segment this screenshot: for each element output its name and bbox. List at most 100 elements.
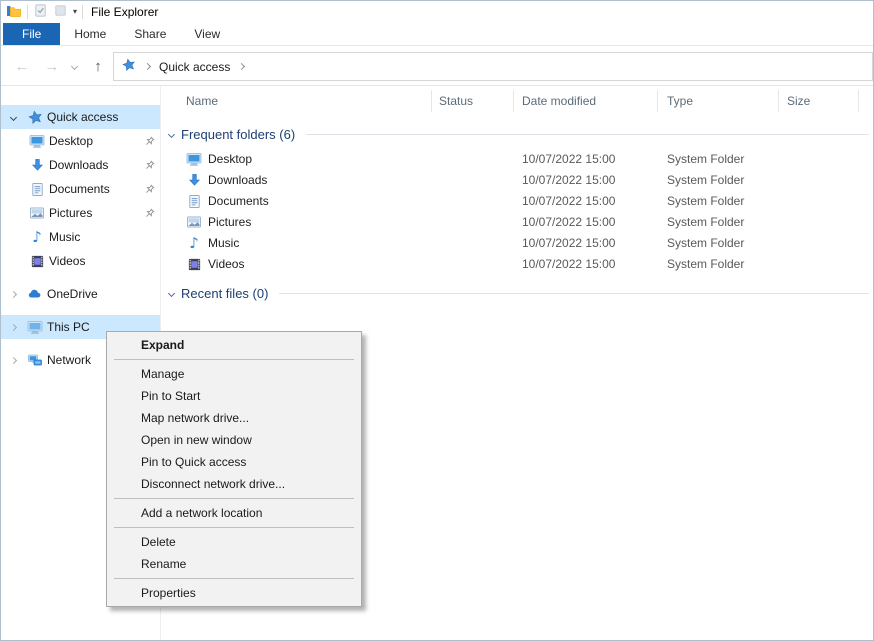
tab-view[interactable]: View bbox=[180, 23, 234, 45]
chevron-right-icon[interactable] bbox=[10, 356, 17, 363]
pin-icon bbox=[143, 159, 156, 172]
menu-item-map-network-drive[interactable]: Map network drive... bbox=[107, 407, 361, 429]
column-header-name[interactable]: Name bbox=[186, 94, 218, 108]
file-name: Videos bbox=[208, 257, 244, 271]
column-divider[interactable] bbox=[657, 90, 658, 112]
sidebar-item-label: Desktop bbox=[49, 134, 93, 148]
menu-separator bbox=[114, 498, 354, 499]
chevron-down-icon bbox=[168, 130, 175, 137]
document-page-icon bbox=[29, 181, 45, 197]
file-row-pictures[interactable]: Pictures 10/07/2022 15:00 System Folder bbox=[161, 212, 874, 233]
group-header-recent-files[interactable]: Recent files (0) bbox=[161, 283, 874, 303]
menu-item-open-in-new-window[interactable]: Open in new window bbox=[107, 429, 361, 451]
network-computers-icon bbox=[27, 352, 43, 368]
file-date-modified: 10/07/2022 15:00 bbox=[522, 257, 615, 271]
column-divider[interactable] bbox=[858, 90, 859, 112]
column-divider[interactable] bbox=[513, 90, 514, 112]
tab-home[interactable]: Home bbox=[60, 23, 120, 45]
breadcrumb-location[interactable]: Quick access bbox=[159, 60, 230, 74]
chevron-down-icon bbox=[168, 289, 175, 296]
quick-access-star-icon bbox=[27, 109, 43, 125]
file-row-music[interactable]: ♪ Music 10/07/2022 15:00 System Folder bbox=[161, 233, 874, 254]
menu-item-pin-to-quick-access[interactable]: Pin to Quick access bbox=[107, 451, 361, 473]
quick-access-star-icon bbox=[122, 58, 136, 75]
menu-item-manage[interactable]: Manage bbox=[107, 363, 361, 385]
menu-item-add-a-network-location[interactable]: Add a network location bbox=[107, 502, 361, 524]
file-row-desktop[interactable]: Desktop 10/07/2022 15:00 System Folder bbox=[161, 149, 874, 170]
group-header-line bbox=[306, 134, 869, 135]
onedrive-cloud-icon bbox=[27, 286, 43, 302]
chevron-down-icon[interactable] bbox=[10, 113, 17, 120]
forward-arrow-icon[interactable]: → bbox=[41, 46, 63, 86]
breadcrumb-chevron-icon[interactable] bbox=[144, 63, 151, 70]
file-type: System Folder bbox=[667, 152, 744, 166]
title-bar: ▾ File Explorer bbox=[1, 1, 873, 23]
document-page-icon bbox=[186, 193, 202, 209]
menu-item-expand[interactable]: Expand bbox=[107, 334, 361, 356]
chevron-right-icon[interactable] bbox=[10, 290, 17, 297]
sidebar-item-quick-access[interactable]: Quick access bbox=[1, 105, 160, 129]
chevron-right-icon[interactable] bbox=[10, 323, 17, 330]
menu-item-delete[interactable]: Delete bbox=[107, 531, 361, 553]
file-row-downloads[interactable]: Downloads 10/07/2022 15:00 System Folder bbox=[161, 170, 874, 191]
menu-separator bbox=[114, 527, 354, 528]
sidebar-item-onedrive[interactable]: OneDrive bbox=[1, 282, 160, 306]
up-one-level-icon[interactable]: ↑ bbox=[87, 46, 109, 86]
sidebar-item-downloads[interactable]: Downloads bbox=[1, 153, 160, 177]
sidebar-item-label: OneDrive bbox=[47, 287, 98, 301]
column-divider[interactable] bbox=[778, 90, 779, 112]
sidebar-item-videos[interactable]: Videos bbox=[1, 249, 160, 273]
column-header-size[interactable]: Size bbox=[787, 94, 810, 108]
tab-share[interactable]: Share bbox=[120, 23, 180, 45]
sidebar-item-label: Videos bbox=[49, 254, 85, 268]
download-arrow-icon bbox=[29, 157, 45, 173]
column-header-status[interactable]: Status bbox=[439, 94, 473, 108]
file-date-modified: 10/07/2022 15:00 bbox=[522, 173, 615, 187]
properties-quick-access-icon[interactable] bbox=[33, 3, 48, 21]
column-header-date-modified[interactable]: Date modified bbox=[522, 94, 596, 108]
pin-icon bbox=[143, 207, 156, 220]
context-menu: Expand Manage Pin to Start Map network d… bbox=[106, 331, 362, 607]
file-name: Desktop bbox=[208, 152, 252, 166]
sidebar-item-label: Downloads bbox=[49, 158, 108, 172]
file-type: System Folder bbox=[667, 257, 744, 271]
back-arrow-icon[interactable]: ← bbox=[11, 46, 33, 86]
column-headers: Name Status Date modified Type Size bbox=[161, 86, 874, 116]
desktop-monitor-icon bbox=[186, 151, 202, 167]
picture-frame-icon bbox=[29, 205, 45, 221]
file-date-modified: 10/07/2022 15:00 bbox=[522, 194, 615, 208]
customize-quick-access-toolbar-icon[interactable]: ▾ bbox=[73, 8, 77, 16]
sidebar-item-pictures[interactable]: Pictures bbox=[1, 201, 160, 225]
sidebar-item-desktop[interactable]: Desktop bbox=[1, 129, 160, 153]
new-folder-quick-access-icon[interactable] bbox=[53, 3, 68, 21]
tab-file[interactable]: File bbox=[3, 23, 60, 45]
file-explorer-window: ▾ File Explorer File Home Share View ← →… bbox=[0, 0, 874, 641]
breadcrumb[interactable]: Quick access bbox=[113, 52, 873, 81]
file-explorer-logo-icon bbox=[6, 3, 22, 22]
pin-icon bbox=[143, 135, 156, 148]
menu-separator bbox=[114, 359, 354, 360]
file-row-videos[interactable]: Videos 10/07/2022 15:00 System Folder bbox=[161, 254, 874, 275]
sidebar-item-documents[interactable]: Documents bbox=[1, 177, 160, 201]
desktop-monitor-icon bbox=[29, 133, 45, 149]
music-note-icon: ♪ bbox=[186, 235, 202, 251]
titlebar-separator bbox=[27, 5, 28, 19]
recent-locations-dropdown-icon[interactable] bbox=[67, 46, 81, 86]
film-frame-icon bbox=[186, 256, 202, 272]
breadcrumb-chevron-icon[interactable] bbox=[238, 63, 245, 70]
download-arrow-icon bbox=[186, 172, 202, 188]
group-header-frequent-folders[interactable]: Frequent folders (6) bbox=[161, 124, 874, 144]
file-type: System Folder bbox=[667, 236, 744, 250]
menu-item-rename[interactable]: Rename bbox=[107, 553, 361, 575]
menu-item-properties[interactable]: Properties bbox=[107, 582, 361, 604]
sidebar-item-music[interactable]: ♪ Music bbox=[1, 225, 160, 249]
sidebar-item-label: This PC bbox=[47, 320, 90, 334]
file-row-documents[interactable]: Documents 10/07/2022 15:00 System Folder bbox=[161, 191, 874, 212]
file-name: Downloads bbox=[208, 173, 267, 187]
menu-item-disconnect-network-drive[interactable]: Disconnect network drive... bbox=[107, 473, 361, 495]
menu-item-pin-to-start[interactable]: Pin to Start bbox=[107, 385, 361, 407]
group-header-label: Frequent folders (6) bbox=[181, 127, 295, 142]
column-header-type[interactable]: Type bbox=[667, 94, 693, 108]
column-divider[interactable] bbox=[431, 90, 432, 112]
file-date-modified: 10/07/2022 15:00 bbox=[522, 215, 615, 229]
